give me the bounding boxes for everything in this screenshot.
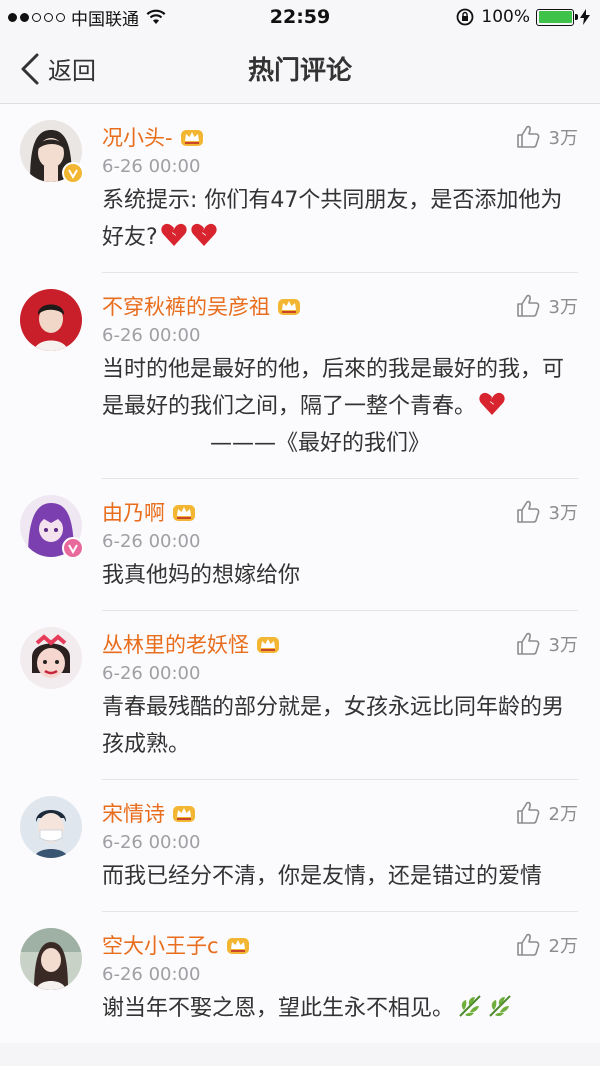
like-count: 3万 bbox=[548, 128, 578, 149]
commenter-name[interactable]: 丛林里的老妖怪 bbox=[102, 629, 249, 659]
like-count: 2万 bbox=[548, 936, 578, 957]
commenter-name[interactable]: 由乃啊 bbox=[102, 497, 165, 527]
leaf-icon bbox=[489, 995, 511, 1017]
comment-list: 况小头- 6-26 00:00 3万 系统提示: 你们有47个共同朋友，是否添加… bbox=[0, 104, 600, 1043]
broken-heart-icon bbox=[161, 223, 187, 246]
avatar-image-cartoon bbox=[20, 627, 82, 689]
comment-item: 宋情诗 6-26 00:00 2万 而我已经分不清，你是友情，还是错过的爱情 bbox=[0, 780, 600, 912]
vip-crown-icon bbox=[278, 299, 300, 315]
comment-item: 丛林里的老妖怪 6-26 00:00 3万 青春最残酷的部分就是，女孩永远比同年… bbox=[0, 611, 600, 780]
vip-crown-icon bbox=[257, 637, 279, 653]
like-count: 3万 bbox=[548, 635, 578, 656]
battery-percent: 100% bbox=[481, 7, 530, 27]
like-count: 2万 bbox=[548, 804, 578, 825]
rotation-lock-icon bbox=[456, 8, 474, 26]
commenter-name[interactable]: 不穿秋裤的吴彦祖 bbox=[102, 291, 270, 321]
comment-date: 6-26 00:00 bbox=[102, 325, 201, 346]
avatar-image-masked-boy bbox=[20, 796, 82, 858]
vip-crown-icon bbox=[226, 938, 249, 954]
like-button[interactable]: 3万 bbox=[515, 631, 578, 657]
avatar[interactable] bbox=[20, 627, 82, 689]
comment-text: 而我已经分不清，你是友情，还是错过的爱情 bbox=[102, 864, 543, 889]
thumbs-up-icon bbox=[516, 500, 539, 523]
avatar[interactable] bbox=[20, 796, 82, 858]
like-count: 3万 bbox=[548, 503, 578, 524]
avatar[interactable] bbox=[20, 495, 84, 559]
verified-badge-icon bbox=[62, 537, 84, 559]
thumbs-up-icon bbox=[516, 125, 539, 148]
wifi-icon bbox=[146, 9, 166, 24]
like-button[interactable]: 3万 bbox=[515, 293, 578, 319]
like-button[interactable]: 2万 bbox=[515, 932, 578, 958]
avatar-image-boy bbox=[20, 289, 82, 351]
comment-date: 6-26 00:00 bbox=[102, 663, 201, 684]
vip-crown-icon bbox=[173, 505, 195, 521]
back-button[interactable]: 返回 bbox=[0, 51, 96, 86]
comment-item: 不穿秋裤的吴彦祖 6-26 00:00 3万 当时的他是最好的他，后來的我是最好… bbox=[0, 273, 600, 479]
comment-quote: ———《最好的我们》 bbox=[210, 431, 431, 456]
comment-item: 况小头- 6-26 00:00 3万 系统提示: 你们有47个共同朋友，是否添加… bbox=[0, 104, 600, 273]
charging-bolt-icon bbox=[580, 9, 590, 25]
back-label: 返回 bbox=[48, 57, 96, 85]
comment-date: 6-26 00:00 bbox=[102, 832, 201, 853]
comment-text: 我真他妈的想嫁给你 bbox=[102, 563, 301, 588]
chevron-left-icon bbox=[21, 53, 39, 84]
comment-date: 6-26 00:00 bbox=[102, 156, 201, 177]
like-count: 3万 bbox=[548, 297, 578, 318]
vip-crown-icon bbox=[173, 806, 195, 822]
comment-item: 空大小王子c 6-26 00:00 2万 谢当年不娶之恩，望此生永不相见。 bbox=[0, 912, 600, 1043]
status-left: 中国联通 bbox=[8, 5, 167, 30]
carrier-label: 中国联通 bbox=[71, 9, 139, 30]
verified-badge-icon bbox=[62, 162, 84, 184]
comment-date: 6-26 00:00 bbox=[102, 964, 201, 985]
comment-item: 由乃啊 6-26 00:00 3万 我真他妈的想嫁给你 bbox=[0, 479, 600, 611]
like-button[interactable]: 3万 bbox=[515, 499, 578, 525]
avatar[interactable] bbox=[20, 120, 84, 184]
battery-icon bbox=[536, 8, 578, 26]
avatar-image-girl-photo bbox=[20, 928, 82, 990]
broken-heart-icon bbox=[191, 223, 217, 246]
avatar[interactable] bbox=[20, 289, 82, 351]
comment-text-body: 谢当年不娶之恩，望此生永不相见。 bbox=[102, 996, 455, 1021]
like-button[interactable]: 2万 bbox=[515, 800, 578, 826]
vip-crown-icon bbox=[180, 130, 203, 146]
broken-heart-icon bbox=[479, 392, 505, 415]
thumbs-up-icon bbox=[516, 801, 539, 824]
navigation-bar: 返回 热门评论 bbox=[0, 34, 600, 104]
comment-text: 青春最残酷的部分就是，女孩永远比同年龄的男孩成熟。 bbox=[102, 695, 565, 757]
comment-text: 当时的他是最好的他，后來的我是最好的我，可是最好的我们之间，隔了一整个青春。——… bbox=[102, 351, 568, 462]
status-right: 100% bbox=[455, 7, 590, 27]
comment-date: 6-26 00:00 bbox=[102, 531, 201, 552]
comment-text: 系统提示: 你们有47个共同朋友，是否添加他为好友? bbox=[102, 182, 568, 256]
commenter-name[interactable]: 空大小王子c bbox=[102, 930, 219, 960]
commenter-name[interactable]: 宋情诗 bbox=[102, 798, 165, 828]
avatar[interactable] bbox=[20, 928, 82, 990]
commenter-name[interactable]: 况小头- bbox=[102, 122, 173, 152]
leaf-icon bbox=[459, 995, 481, 1017]
signal-strength-icon bbox=[8, 12, 65, 22]
comment-text: 谢当年不娶之恩，望此生永不相见。 bbox=[102, 990, 568, 1027]
thumbs-up-icon bbox=[516, 294, 539, 317]
thumbs-up-icon bbox=[516, 933, 539, 956]
status-bar: 中国联通 22:59 100% bbox=[0, 0, 600, 34]
like-button[interactable]: 3万 bbox=[515, 124, 578, 150]
thumbs-up-icon bbox=[516, 632, 539, 655]
